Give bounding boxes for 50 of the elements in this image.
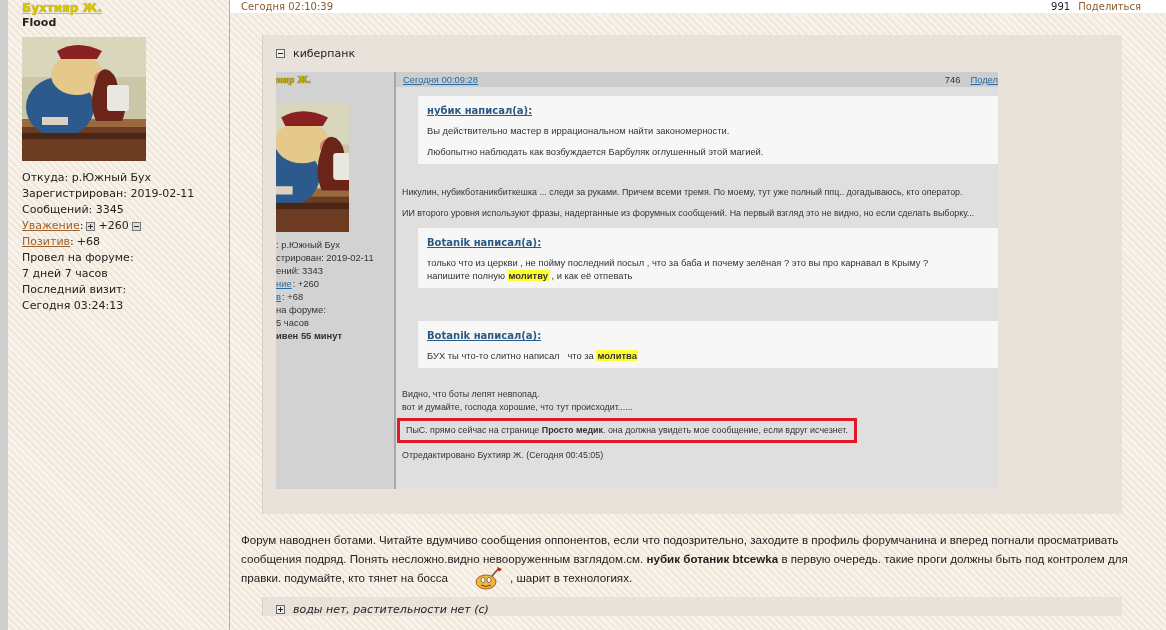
- rating-value: : +260: [292, 277, 319, 290]
- profile-info: Сообщений: 3345: [22, 202, 124, 218]
- rating-value: : +68: [282, 290, 304, 303]
- profile-info: Сегодня 03:24:13: [22, 298, 124, 314]
- quote-text: БУХ ты что-то слитно написал что за молитва: [427, 349, 639, 362]
- post-text: , шарит в технологиях.: [510, 570, 633, 586]
- quote-author-link[interactable]: Botanik написал(а):: [427, 330, 542, 341]
- rating-link[interactable]: в: [276, 290, 281, 303]
- rating-separator: :: [79, 218, 84, 234]
- rating-link[interactable]: ние: [276, 277, 292, 290]
- profile-info: Провел на форуме:: [22, 250, 134, 266]
- spoiler-title[interactable]: воды нет, растительности нет (с): [293, 602, 489, 616]
- share-link[interactable]: Подел: [970, 74, 998, 85]
- share-link[interactable]: Поделиться: [1078, 1, 1141, 12]
- rating-separator: :: [70, 234, 74, 250]
- collapse-icon[interactable]: [276, 48, 285, 58]
- plus-icon[interactable]: [86, 221, 96, 231]
- highlighted-text: ПыС. прямо сейчас на странице Просто медик. она должна увидеть мое сообщение, если вдруг исчезнет.: [397, 418, 857, 443]
- profile-info: Зарегистрирован: 2019-02-11: [22, 186, 195, 202]
- profile-info: на форуме:: [276, 303, 326, 316]
- expand-icon[interactable]: [276, 604, 285, 614]
- profile-info: Откуда: р.Южный Бух: [22, 170, 152, 186]
- quote-text: Вы действительно мастер в иррациональном найти закономерности.: [427, 124, 731, 137]
- post-text: правки. подумайте, кто тянет на босса: [241, 570, 449, 586]
- post-date-link[interactable]: Сегодня 00:09:28: [403, 74, 479, 85]
- quote-author-link[interactable]: Botanik написал(а):: [427, 237, 542, 248]
- minus-icon[interactable]: [131, 221, 141, 231]
- quote-text: Любопытно наблюдать как возбуждается Барбуляк оглушенный этой магией.: [427, 145, 765, 158]
- profile-info: Последний визит:: [22, 282, 127, 298]
- post-number: 991: [1051, 1, 1071, 12]
- smiley-icon: [474, 565, 505, 590]
- edited-note: Отредактировано Бухтияр Ж. (Сегодня 00:45:05): [402, 449, 604, 462]
- post-text: ИИ второго уровня используют фразы, надерганные из форумных сообщений. На первый взгляд это не видно, но если сделать выборку...: [402, 207, 975, 220]
- rating-link[interactable]: Уважение: [22, 218, 80, 234]
- profile-info: 5 часов: [276, 316, 309, 329]
- profile-info: ений: 3343: [276, 264, 323, 277]
- post-text: Никулин, нубикботаникбиткешка ... следи за руками. Причем всеми тремя. По моему, тут уже полный ппц.. догадываюсь, кто оператор.: [402, 186, 963, 199]
- post-text: Видно, что боты лепят невпопад. вот и думайте, господа хорошие, что тут происходит......: [402, 388, 633, 414]
- rating-value: +260: [98, 218, 129, 234]
- post-number: 746: [944, 74, 961, 85]
- profile-info: стрирован: 2019-02-11: [276, 251, 374, 264]
- profile-info: ивен 55 минут: [276, 329, 343, 342]
- quote-author-link[interactable]: нубик написал(а):: [427, 105, 533, 116]
- profile-info: 7 дней 7 часов: [22, 266, 108, 282]
- profile-info: : р.Южный Бух: [276, 238, 340, 251]
- user-group: Flood: [22, 15, 229, 30]
- post-date: Сегодня 02:10:39: [241, 1, 334, 12]
- rating-value: +68: [76, 234, 100, 250]
- quote-text: только что из церкви , не пойму последний посыл , что за баба и почему зелёная ? это вы про карнавал в Крыму ? напишите полную молитву , и как её отпевать: [427, 256, 930, 282]
- spoiler-title[interactable]: киберпанк: [293, 46, 356, 60]
